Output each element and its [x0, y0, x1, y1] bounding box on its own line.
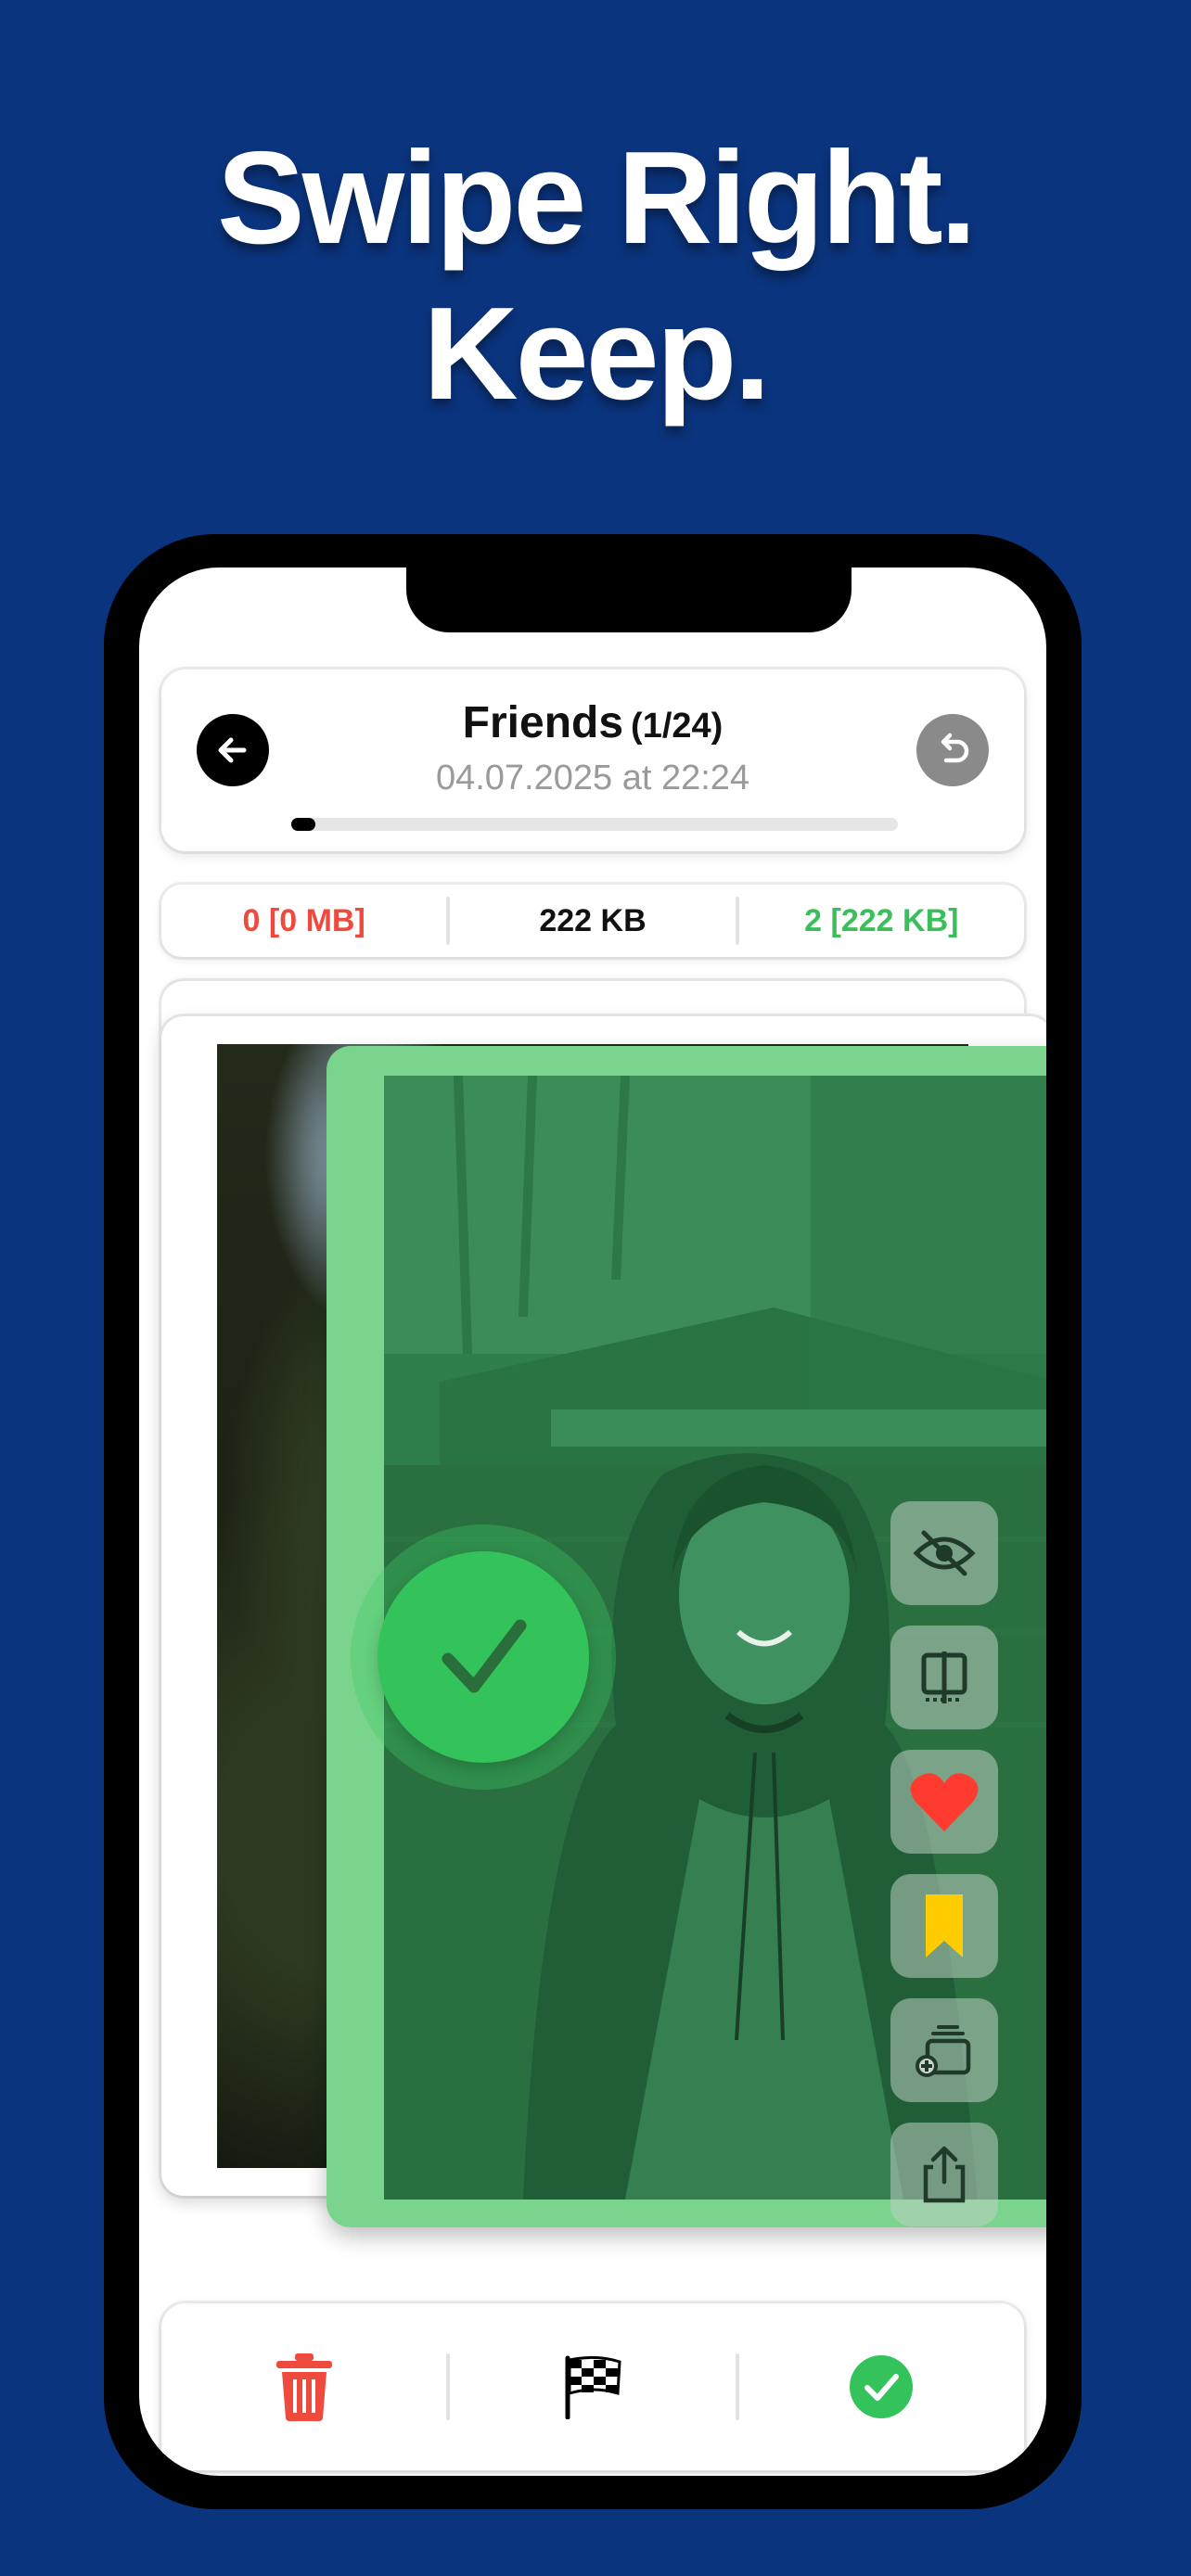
- keep-indicator: [351, 1524, 616, 1790]
- add-to-album-icon: [916, 2025, 971, 2077]
- phone-frame: Friends (1/24) 04.07.2025 at 22:24 0 [0 M…: [104, 534, 1082, 2509]
- favorite-button[interactable]: [890, 1750, 998, 1854]
- trash-icon: [275, 2353, 332, 2421]
- phone-notch: [406, 567, 852, 632]
- add-to-album-button[interactable]: [890, 1998, 998, 2102]
- album-name: Friends: [462, 698, 624, 747]
- headline-line-2: Keep.: [423, 280, 771, 427]
- bookmark-icon: [926, 1894, 963, 1958]
- checkmark-circle-icon: [850, 2355, 914, 2418]
- progress-bar: [291, 818, 898, 831]
- checkmark-icon: [442, 1619, 527, 1693]
- compare-icon: [921, 1651, 967, 1703]
- keep-indicator-inner: [378, 1551, 589, 1763]
- deleted-stat: 0 [0 MB]: [242, 902, 365, 938]
- header-card: Friends (1/24) 04.07.2025 at 22:24: [161, 670, 1024, 851]
- phone-screen: Friends (1/24) 04.07.2025 at 22:24 0 [0 M…: [139, 567, 1046, 2476]
- album-title: Friends (1/24): [161, 697, 1024, 748]
- current-size-stat: 222 KB: [539, 902, 647, 938]
- keep-button[interactable]: [739, 2354, 1024, 2419]
- headline-line-1: Swipe Right.: [217, 124, 977, 272]
- hide-button[interactable]: [890, 1501, 998, 1605]
- photo-counter: (1/24): [631, 707, 724, 746]
- kept-stat: 2 [222 KB]: [804, 902, 959, 938]
- delete-button[interactable]: [161, 2352, 446, 2422]
- photo-date: 04.07.2025 at 22:24: [435, 759, 750, 797]
- headline: Swipe Right. Keep.: [0, 121, 1191, 432]
- compare-button[interactable]: [890, 1626, 998, 1729]
- stats-bar: 0 [0 MB] 222 KB 2 [222 KB]: [161, 885, 1024, 957]
- bookmark-button[interactable]: [890, 1874, 998, 1978]
- bottom-action-bar: [161, 2303, 1024, 2470]
- finish-button[interactable]: [450, 2354, 735, 2419]
- heart-icon: [910, 1773, 979, 1831]
- eye-slash-icon: [913, 1530, 976, 1576]
- undo-icon: [941, 733, 969, 763]
- progress-fill: [291, 818, 316, 831]
- share-icon: [923, 2146, 966, 2203]
- undo-button[interactable]: [916, 714, 989, 786]
- share-button[interactable]: [890, 2123, 998, 2226]
- checkered-flag-icon: [565, 2355, 621, 2419]
